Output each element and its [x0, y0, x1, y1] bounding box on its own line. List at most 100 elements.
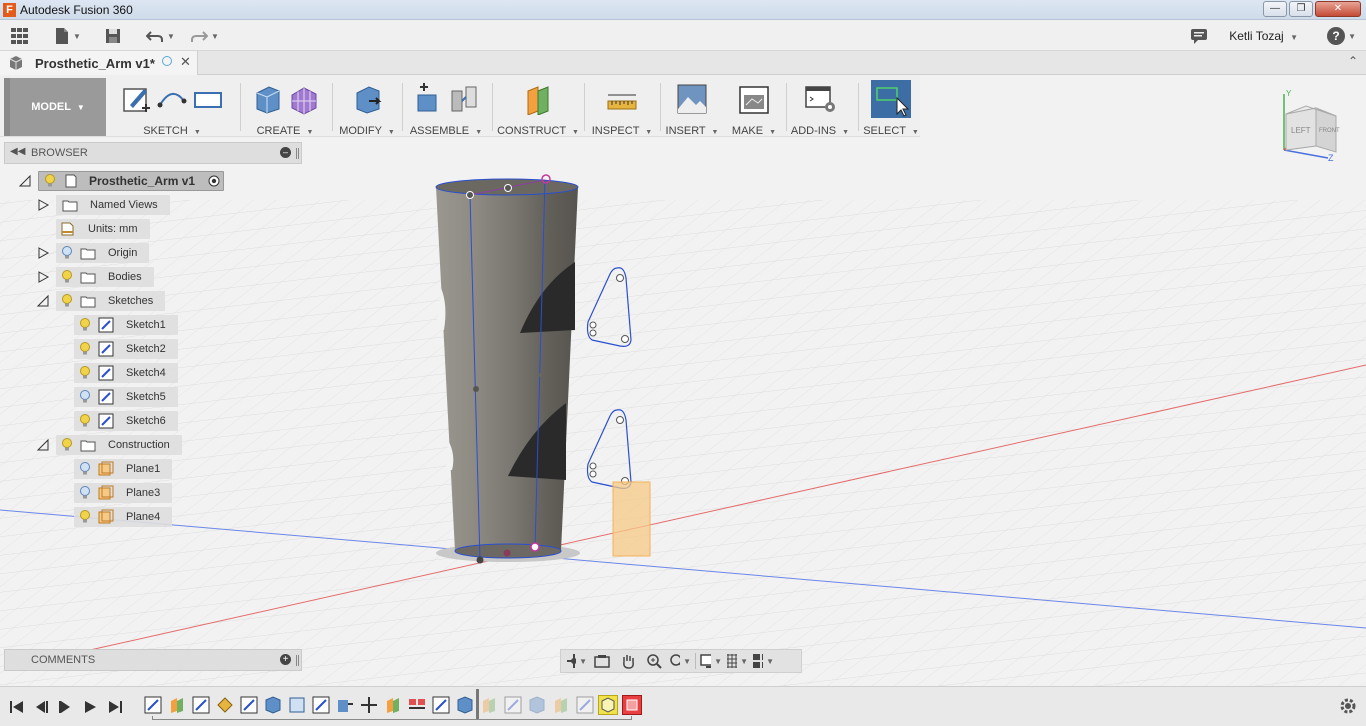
timeline-feature-suppressed[interactable]: [503, 695, 523, 715]
data-panel-button[interactable]: [10, 26, 30, 46]
step-back-button[interactable]: [32, 698, 50, 716]
browser-item-sketches[interactable]: Sketches: [36, 291, 166, 311]
timeline-feature-suppressed[interactable]: [551, 695, 571, 715]
expanded-triangle-icon[interactable]: [36, 294, 50, 308]
timeline-feature[interactable]: [383, 695, 403, 715]
timeline-feature[interactable]: [359, 695, 379, 715]
lightbulb-off-icon[interactable]: [78, 389, 92, 405]
lightbulb-on-icon[interactable]: [78, 317, 92, 333]
sketch-point[interactable]: [503, 549, 511, 557]
timeline-feature-suppressed[interactable]: [527, 695, 547, 715]
timeline-feature-error[interactable]: [622, 695, 642, 715]
browser-panel-header[interactable]: ◀◀ BROWSER –: [4, 142, 302, 164]
browser-item-units[interactable]: Units: mm: [56, 219, 150, 239]
browser-item-sketch5[interactable]: Sketch5: [74, 387, 178, 407]
save-button[interactable]: [105, 26, 121, 46]
zoom-button[interactable]: [643, 652, 665, 670]
timeline-feature[interactable]: [143, 695, 163, 715]
lightbulb-on-icon[interactable]: [60, 437, 74, 453]
lightbulb-on-icon[interactable]: [78, 413, 92, 429]
orbit-button[interactable]: ▼: [565, 652, 587, 670]
timeline-feature[interactable]: [167, 695, 187, 715]
inspect-group[interactable]: INSPECT ▼: [588, 79, 656, 137]
select-group[interactable]: SELECT ▼: [862, 79, 920, 137]
lightbulb-on-icon[interactable]: [43, 173, 57, 189]
lightbulb-on-icon[interactable]: [60, 293, 74, 309]
timeline-feature[interactable]: [191, 695, 211, 715]
display-settings-button[interactable]: ▼: [700, 652, 722, 670]
sketch-point[interactable]: [530, 542, 540, 552]
grid-settings-button[interactable]: ▼: [726, 652, 748, 670]
minimize-button[interactable]: —: [1263, 1, 1287, 17]
undo-button[interactable]: ▼: [146, 26, 175, 46]
close-tab-icon[interactable]: ✕: [180, 54, 191, 70]
document-tab[interactable]: Prosthetic_Arm v1* ✕: [0, 51, 198, 75]
timeline-settings-gear-icon[interactable]: [1338, 696, 1358, 716]
sketch-point[interactable]: [504, 184, 512, 192]
browser-item-sketch2[interactable]: Sketch2: [74, 339, 178, 359]
sketch-point[interactable]: [473, 386, 479, 392]
browser-item-named-views[interactable]: Named Views: [36, 195, 170, 215]
browser-item-origin[interactable]: Origin: [36, 243, 150, 263]
go-to-end-button[interactable]: [106, 698, 124, 716]
play-back-button[interactable]: [57, 698, 75, 716]
lightbulb-on-icon[interactable]: [78, 509, 92, 525]
viewports-button[interactable]: ▼: [752, 652, 774, 670]
add-ins-group[interactable]: ADD-INS ▼: [790, 79, 850, 137]
sketch-point[interactable]: [466, 191, 474, 199]
close-button[interactable]: ✕: [1315, 1, 1361, 17]
view-cube[interactable]: LEFT FRONT Y Z: [1276, 88, 1346, 163]
fit-button[interactable]: ▼: [669, 652, 691, 670]
modify-group[interactable]: MODIFY ▼: [336, 79, 398, 137]
activate-radio-icon[interactable]: [207, 174, 221, 188]
lightbulb-on-icon[interactable]: [78, 341, 92, 357]
collapsed-triangle-icon[interactable]: [36, 198, 50, 212]
redo-button[interactable]: ▼: [190, 26, 219, 46]
resize-handle-icon[interactable]: [296, 148, 299, 159]
pan-button[interactable]: [617, 652, 639, 670]
prosthetic-body[interactable]: [436, 187, 578, 551]
model-canvas[interactable]: [0, 75, 1366, 686]
sketch-point[interactable]: [537, 373, 541, 377]
lightbulb-on-icon[interactable]: [78, 365, 92, 381]
browser-item-plane4[interactable]: Plane4: [74, 507, 173, 527]
job-status-button[interactable]: [1190, 26, 1208, 46]
timeline-feature[interactable]: [431, 695, 451, 715]
sketch-group[interactable]: SKETCH ▼: [112, 79, 232, 137]
collapsed-triangle-icon[interactable]: [36, 246, 50, 260]
collapse-panel-icon[interactable]: ◀◀: [10, 146, 25, 157]
browser-root[interactable]: Prosthetic_Arm v1: [18, 171, 225, 191]
assemble-group[interactable]: ASSEMBLE ▼: [404, 79, 488, 137]
minimize-panel-icon[interactable]: –: [280, 147, 291, 158]
browser-item-bodies[interactable]: Bodies: [36, 267, 154, 287]
construction-plane[interactable]: [612, 481, 651, 557]
timeline-feature[interactable]: [263, 695, 283, 715]
collapsed-triangle-icon[interactable]: [36, 270, 50, 284]
lightbulb-on-icon[interactable]: [60, 269, 74, 285]
expanded-triangle-icon[interactable]: [18, 174, 32, 188]
make-group[interactable]: MAKE ▼: [726, 79, 782, 137]
chevron-up-icon[interactable]: ⌃: [1348, 54, 1358, 68]
lightbulb-off-icon[interactable]: [78, 485, 92, 501]
timeline-feature[interactable]: [311, 695, 331, 715]
look-at-button[interactable]: [591, 652, 613, 670]
workspace-switcher[interactable]: MODEL ▼: [4, 78, 106, 136]
timeline-feature[interactable]: [239, 695, 259, 715]
browser-item-sketch6[interactable]: Sketch6: [74, 411, 178, 431]
construct-group[interactable]: CONSTRUCT ▼: [496, 79, 580, 137]
maximize-button[interactable]: ❐: [1289, 1, 1313, 17]
go-to-start-button[interactable]: [8, 698, 26, 716]
timeline-feature[interactable]: [455, 695, 475, 715]
comments-panel-header[interactable]: COMMENTS +: [4, 649, 302, 671]
browser-item-plane3[interactable]: Plane3: [74, 483, 173, 503]
browser-item-construction[interactable]: Construction: [36, 435, 182, 455]
help-button[interactable]: ? ▼: [1327, 27, 1356, 45]
file-menu-button[interactable]: ▼: [54, 26, 81, 46]
add-comment-icon[interactable]: +: [280, 654, 291, 665]
sketch-point[interactable]: [476, 556, 484, 564]
canvas-viewport[interactable]: [0, 75, 1366, 686]
resize-handle-icon[interactable]: [296, 655, 299, 666]
timeline-feature-warning[interactable]: [598, 695, 618, 715]
lightbulb-off-icon[interactable]: [78, 461, 92, 477]
timeline-feature[interactable]: [287, 695, 307, 715]
